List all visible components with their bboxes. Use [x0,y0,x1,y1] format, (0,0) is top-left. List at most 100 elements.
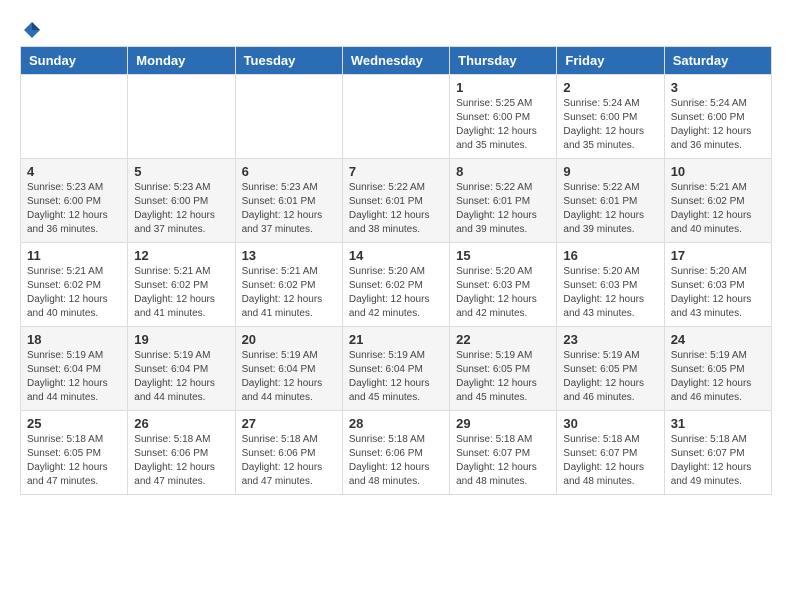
day-info: Sunrise: 5:25 AM Sunset: 6:00 PM Dayligh… [456,97,550,153]
day-number: 11 [27,248,121,263]
day-info: Sunrise: 5:19 AM Sunset: 6:04 PM Dayligh… [27,349,121,405]
calendar-cell: 17Sunrise: 5:20 AM Sunset: 6:03 PM Dayli… [664,243,771,327]
calendar-cell: 11 Sunrise: 5:21 AM Sunset: 6:02 PM Dayli… [21,243,128,327]
calendar-cell: 13Sunrise: 5:21 AM Sunset: 6:02 PM Dayli… [235,243,342,327]
day-info: Sunrise: 5:22 AM Sunset: 6:01 PM Dayligh… [563,181,657,237]
calendar-cell: 12 Sunrise: 5:21 AM Sunset: 6:02 PM Dayli… [128,243,235,327]
day-number: 13 [242,248,336,263]
day-info: Sunrise: 5:20 AM Sunset: 6:03 PM Dayligh… [456,265,550,321]
day-info: Sunrise: 5:20 AM Sunset: 6:03 PM Dayligh… [563,265,657,321]
day-info: Sunrise: 5:22 AM Sunset: 6:01 PM Dayligh… [349,181,443,237]
day-number: 22 [456,332,550,347]
day-number: 27 [242,416,336,431]
calendar-cell: 18 Sunrise: 5:19 AM Sunset: 6:04 PM Dayli… [21,327,128,411]
calendar-table: SundayMondayTuesdayWednesdayThursdayFrid… [20,46,772,495]
day-number: 28 [349,416,443,431]
day-number: 30 [563,416,657,431]
day-info: Sunrise: 5:24 AM Sunset: 6:00 PM Dayligh… [671,97,765,153]
calendar-cell: 5 Sunrise: 5:23 AM Sunset: 6:00 PM Daylig… [128,159,235,243]
calendar-cell: 14 Sunrise: 5:20 AM Sunset: 6:02 PM Dayli… [342,243,449,327]
logo-icon [22,20,42,40]
day-number: 29 [456,416,550,431]
day-info: Sunrise: 5:19 AM Sunset: 6:05 PM Dayligh… [456,349,550,405]
day-info: Sunrise: 5:21 AM Sunset: 6:02 PM Dayligh… [27,265,121,321]
day-number: 6 [242,164,336,179]
day-number: 23 [563,332,657,347]
day-number: 7 [349,164,443,179]
day-number: 21 [349,332,443,347]
calendar-cell [128,75,235,159]
calendar-cell: 7 Sunrise: 5:22 AM Sunset: 6:01 PM Daylig… [342,159,449,243]
calendar-week-row: 11 Sunrise: 5:21 AM Sunset: 6:02 PM Dayli… [21,243,772,327]
day-info: Sunrise: 5:18 AM Sunset: 6:07 PM Dayligh… [563,433,657,489]
day-info: Sunrise: 5:23 AM Sunset: 6:00 PM Dayligh… [134,181,228,237]
day-info: Sunrise: 5:23 AM Sunset: 6:01 PM Dayligh… [242,181,336,237]
weekday-header-thursday: Thursday [450,47,557,75]
day-info: Sunrise: 5:20 AM Sunset: 6:02 PM Dayligh… [349,265,443,321]
day-number: 18 [27,332,121,347]
day-number: 20 [242,332,336,347]
day-info: Sunrise: 5:18 AM Sunset: 6:07 PM Dayligh… [671,433,765,489]
calendar-cell: 27Sunrise: 5:18 AM Sunset: 6:06 PM Dayli… [235,411,342,495]
day-info: Sunrise: 5:19 AM Sunset: 6:04 PM Dayligh… [349,349,443,405]
weekday-header-friday: Friday [557,47,664,75]
day-info: Sunrise: 5:21 AM Sunset: 6:02 PM Dayligh… [134,265,228,321]
day-number: 5 [134,164,228,179]
day-number: 16 [563,248,657,263]
day-info: Sunrise: 5:21 AM Sunset: 6:02 PM Dayligh… [671,181,765,237]
calendar-week-row: 1 Sunrise: 5:25 AM Sunset: 6:00 PM Daylig… [21,75,772,159]
day-number: 15 [456,248,550,263]
day-number: 12 [134,248,228,263]
day-info: Sunrise: 5:19 AM Sunset: 6:04 PM Dayligh… [242,349,336,405]
day-info: Sunrise: 5:18 AM Sunset: 6:05 PM Dayligh… [27,433,121,489]
day-info: Sunrise: 5:18 AM Sunset: 6:06 PM Dayligh… [134,433,228,489]
calendar-cell: 2Sunrise: 5:24 AM Sunset: 6:00 PM Daylig… [557,75,664,159]
calendar-cell: 25Sunrise: 5:18 AM Sunset: 6:05 PM Dayli… [21,411,128,495]
logo [20,20,42,36]
calendar-cell: 8 Sunrise: 5:22 AM Sunset: 6:01 PM Daylig… [450,159,557,243]
calendar-cell: 6 Sunrise: 5:23 AM Sunset: 6:01 PM Daylig… [235,159,342,243]
page-header [20,20,772,36]
weekday-header-sunday: Sunday [21,47,128,75]
calendar-cell: 30 Sunrise: 5:18 AM Sunset: 6:07 PM Dayli… [557,411,664,495]
weekday-header-row: SundayMondayTuesdayWednesdayThursdayFrid… [21,47,772,75]
weekday-header-tuesday: Tuesday [235,47,342,75]
calendar-cell: 16 Sunrise: 5:20 AM Sunset: 6:03 PM Dayli… [557,243,664,327]
calendar-cell: 29 Sunrise: 5:18 AM Sunset: 6:07 PM Dayli… [450,411,557,495]
calendar-cell: 28Sunrise: 5:18 AM Sunset: 6:06 PM Dayli… [342,411,449,495]
day-info: Sunrise: 5:19 AM Sunset: 6:04 PM Dayligh… [134,349,228,405]
calendar-cell: 9 Sunrise: 5:22 AM Sunset: 6:01 PM Daylig… [557,159,664,243]
calendar-cell: 10 Sunrise: 5:21 AM Sunset: 6:02 PM Dayli… [664,159,771,243]
calendar-cell: 4Sunrise: 5:23 AM Sunset: 6:00 PM Daylig… [21,159,128,243]
day-number: 4 [27,164,121,179]
day-number: 10 [671,164,765,179]
day-number: 19 [134,332,228,347]
calendar-cell: 31Sunrise: 5:18 AM Sunset: 6:07 PM Dayli… [664,411,771,495]
calendar-cell [235,75,342,159]
calendar-cell: 15 Sunrise: 5:20 AM Sunset: 6:03 PM Dayli… [450,243,557,327]
calendar-week-row: 4 Sunrise: 5:23 AM Sunset: 6:00 PM Daylig… [21,159,772,243]
day-number: 2 [563,80,657,95]
calendar-cell: 23Sunrise: 5:19 AM Sunset: 6:05 PM Dayli… [557,327,664,411]
day-info: Sunrise: 5:18 AM Sunset: 6:07 PM Dayligh… [456,433,550,489]
day-info: Sunrise: 5:19 AM Sunset: 6:05 PM Dayligh… [671,349,765,405]
day-info: Sunrise: 5:22 AM Sunset: 6:01 PM Dayligh… [456,181,550,237]
calendar-cell [21,75,128,159]
day-number: 1 [456,80,550,95]
day-number: 9 [563,164,657,179]
day-number: 3 [671,80,765,95]
day-number: 26 [134,416,228,431]
day-number: 8 [456,164,550,179]
calendar-cell: 22 Sunrise: 5:19 AM Sunset: 6:05 PM Dayli… [450,327,557,411]
calendar-cell: 3 Sunrise: 5:24 AM Sunset: 6:00 PM Daylig… [664,75,771,159]
calendar-cell: 24 Sunrise: 5:19 AM Sunset: 6:05 PM Dayli… [664,327,771,411]
weekday-header-saturday: Saturday [664,47,771,75]
calendar-week-row: 18 Sunrise: 5:19 AM Sunset: 6:04 PM Dayli… [21,327,772,411]
calendar-cell: 1 Sunrise: 5:25 AM Sunset: 6:00 PM Daylig… [450,75,557,159]
weekday-header-monday: Monday [128,47,235,75]
calendar-cell [342,75,449,159]
day-number: 14 [349,248,443,263]
day-number: 24 [671,332,765,347]
weekday-header-wednesday: Wednesday [342,47,449,75]
day-info: Sunrise: 5:20 AM Sunset: 6:03 PM Dayligh… [671,265,765,321]
